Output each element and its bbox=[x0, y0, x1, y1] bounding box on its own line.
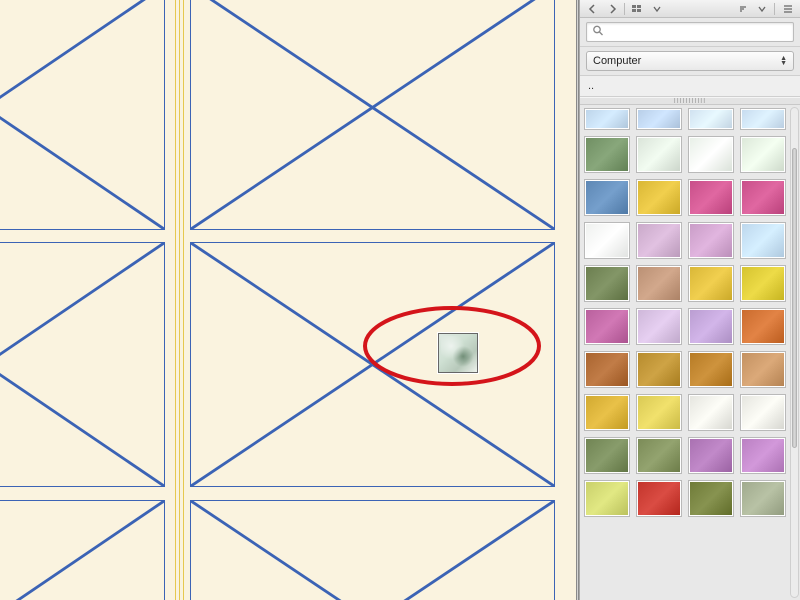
image-frame[interactable] bbox=[0, 242, 165, 487]
thumbnail[interactable] bbox=[584, 480, 630, 517]
forward-icon[interactable] bbox=[605, 2, 618, 15]
column-guide bbox=[183, 0, 184, 600]
panel-menu-icon[interactable] bbox=[781, 2, 794, 15]
thumbnail[interactable] bbox=[740, 308, 786, 345]
thumbnail[interactable] bbox=[688, 394, 734, 431]
thumbnail[interactable] bbox=[688, 480, 734, 517]
path-breadcrumb[interactable]: .. bbox=[580, 76, 800, 97]
panel-toolbar bbox=[580, 0, 800, 18]
thumbnail[interactable] bbox=[740, 179, 786, 216]
thumbnail[interactable] bbox=[688, 351, 734, 388]
assets-panel: Computer ▲▼ .. IIIIIIIIIII bbox=[579, 0, 800, 600]
thumbnail[interactable] bbox=[740, 480, 786, 517]
thumbnail[interactable] bbox=[740, 394, 786, 431]
thumbnail[interactable] bbox=[688, 222, 734, 259]
thumbnail[interactable] bbox=[636, 351, 682, 388]
toolbar-separator bbox=[774, 3, 775, 15]
thumbnail[interactable] bbox=[636, 480, 682, 517]
thumbnail[interactable] bbox=[636, 437, 682, 474]
thumbnail[interactable] bbox=[688, 136, 734, 173]
image-frame[interactable] bbox=[190, 500, 555, 600]
thumbnail[interactable] bbox=[584, 308, 630, 345]
thumbnail[interactable] bbox=[636, 222, 682, 259]
thumbnail[interactable] bbox=[688, 265, 734, 302]
image-frame[interactable] bbox=[0, 500, 165, 600]
image-frame[interactable] bbox=[0, 0, 165, 230]
back-icon[interactable] bbox=[586, 2, 599, 15]
thumbnail[interactable] bbox=[636, 308, 682, 345]
scrollbar[interactable] bbox=[790, 107, 799, 598]
column-guide bbox=[175, 0, 176, 600]
drag-preview-thumbnail bbox=[438, 333, 478, 373]
thumbnail[interactable] bbox=[740, 437, 786, 474]
thumbnail[interactable] bbox=[740, 108, 786, 130]
thumbnail[interactable] bbox=[740, 136, 786, 173]
thumbnail[interactable] bbox=[740, 222, 786, 259]
path-label: .. bbox=[588, 80, 594, 92]
thumbnail[interactable] bbox=[584, 394, 630, 431]
thumbnail[interactable] bbox=[636, 179, 682, 216]
thumbnail[interactable] bbox=[584, 265, 630, 302]
thumbnail[interactable] bbox=[584, 351, 630, 388]
chevron-down-icon[interactable] bbox=[650, 2, 663, 15]
thumbnail[interactable] bbox=[584, 108, 630, 130]
thumbnail[interactable] bbox=[636, 108, 682, 130]
scrollbar-thumb[interactable] bbox=[792, 148, 797, 448]
chevron-down-icon[interactable] bbox=[755, 2, 768, 15]
thumbnail[interactable] bbox=[688, 308, 734, 345]
thumbnail-browser[interactable] bbox=[580, 105, 800, 600]
location-dropdown-label: Computer bbox=[593, 55, 641, 67]
stepper-arrows-icon: ▲▼ bbox=[780, 56, 787, 66]
thumbnail[interactable] bbox=[584, 179, 630, 216]
search-icon bbox=[592, 25, 604, 40]
thumbnail[interactable] bbox=[584, 136, 630, 173]
search-input[interactable] bbox=[586, 22, 794, 42]
image-frame[interactable] bbox=[190, 0, 555, 230]
toolbar-separator bbox=[624, 3, 625, 15]
sort-icon[interactable] bbox=[736, 2, 749, 15]
layout-canvas[interactable] bbox=[0, 0, 576, 600]
thumbnail[interactable] bbox=[688, 179, 734, 216]
thumbnail[interactable] bbox=[636, 136, 682, 173]
search-row bbox=[580, 18, 800, 47]
panel-drag-handle[interactable]: IIIIIIIIIII bbox=[580, 97, 800, 105]
thumbnail[interactable] bbox=[584, 222, 630, 259]
thumbnail[interactable] bbox=[740, 265, 786, 302]
thumbnail[interactable] bbox=[740, 351, 786, 388]
column-guide bbox=[179, 0, 180, 600]
thumbnail[interactable] bbox=[636, 394, 682, 431]
location-row: Computer ▲▼ bbox=[580, 47, 800, 76]
location-dropdown[interactable]: Computer ▲▼ bbox=[586, 51, 794, 71]
view-options-icon[interactable] bbox=[631, 2, 644, 15]
thumbnail[interactable] bbox=[584, 437, 630, 474]
image-frame[interactable] bbox=[190, 242, 555, 487]
thumbnail[interactable] bbox=[688, 108, 734, 130]
thumbnail[interactable] bbox=[636, 265, 682, 302]
thumbnail[interactable] bbox=[688, 437, 734, 474]
